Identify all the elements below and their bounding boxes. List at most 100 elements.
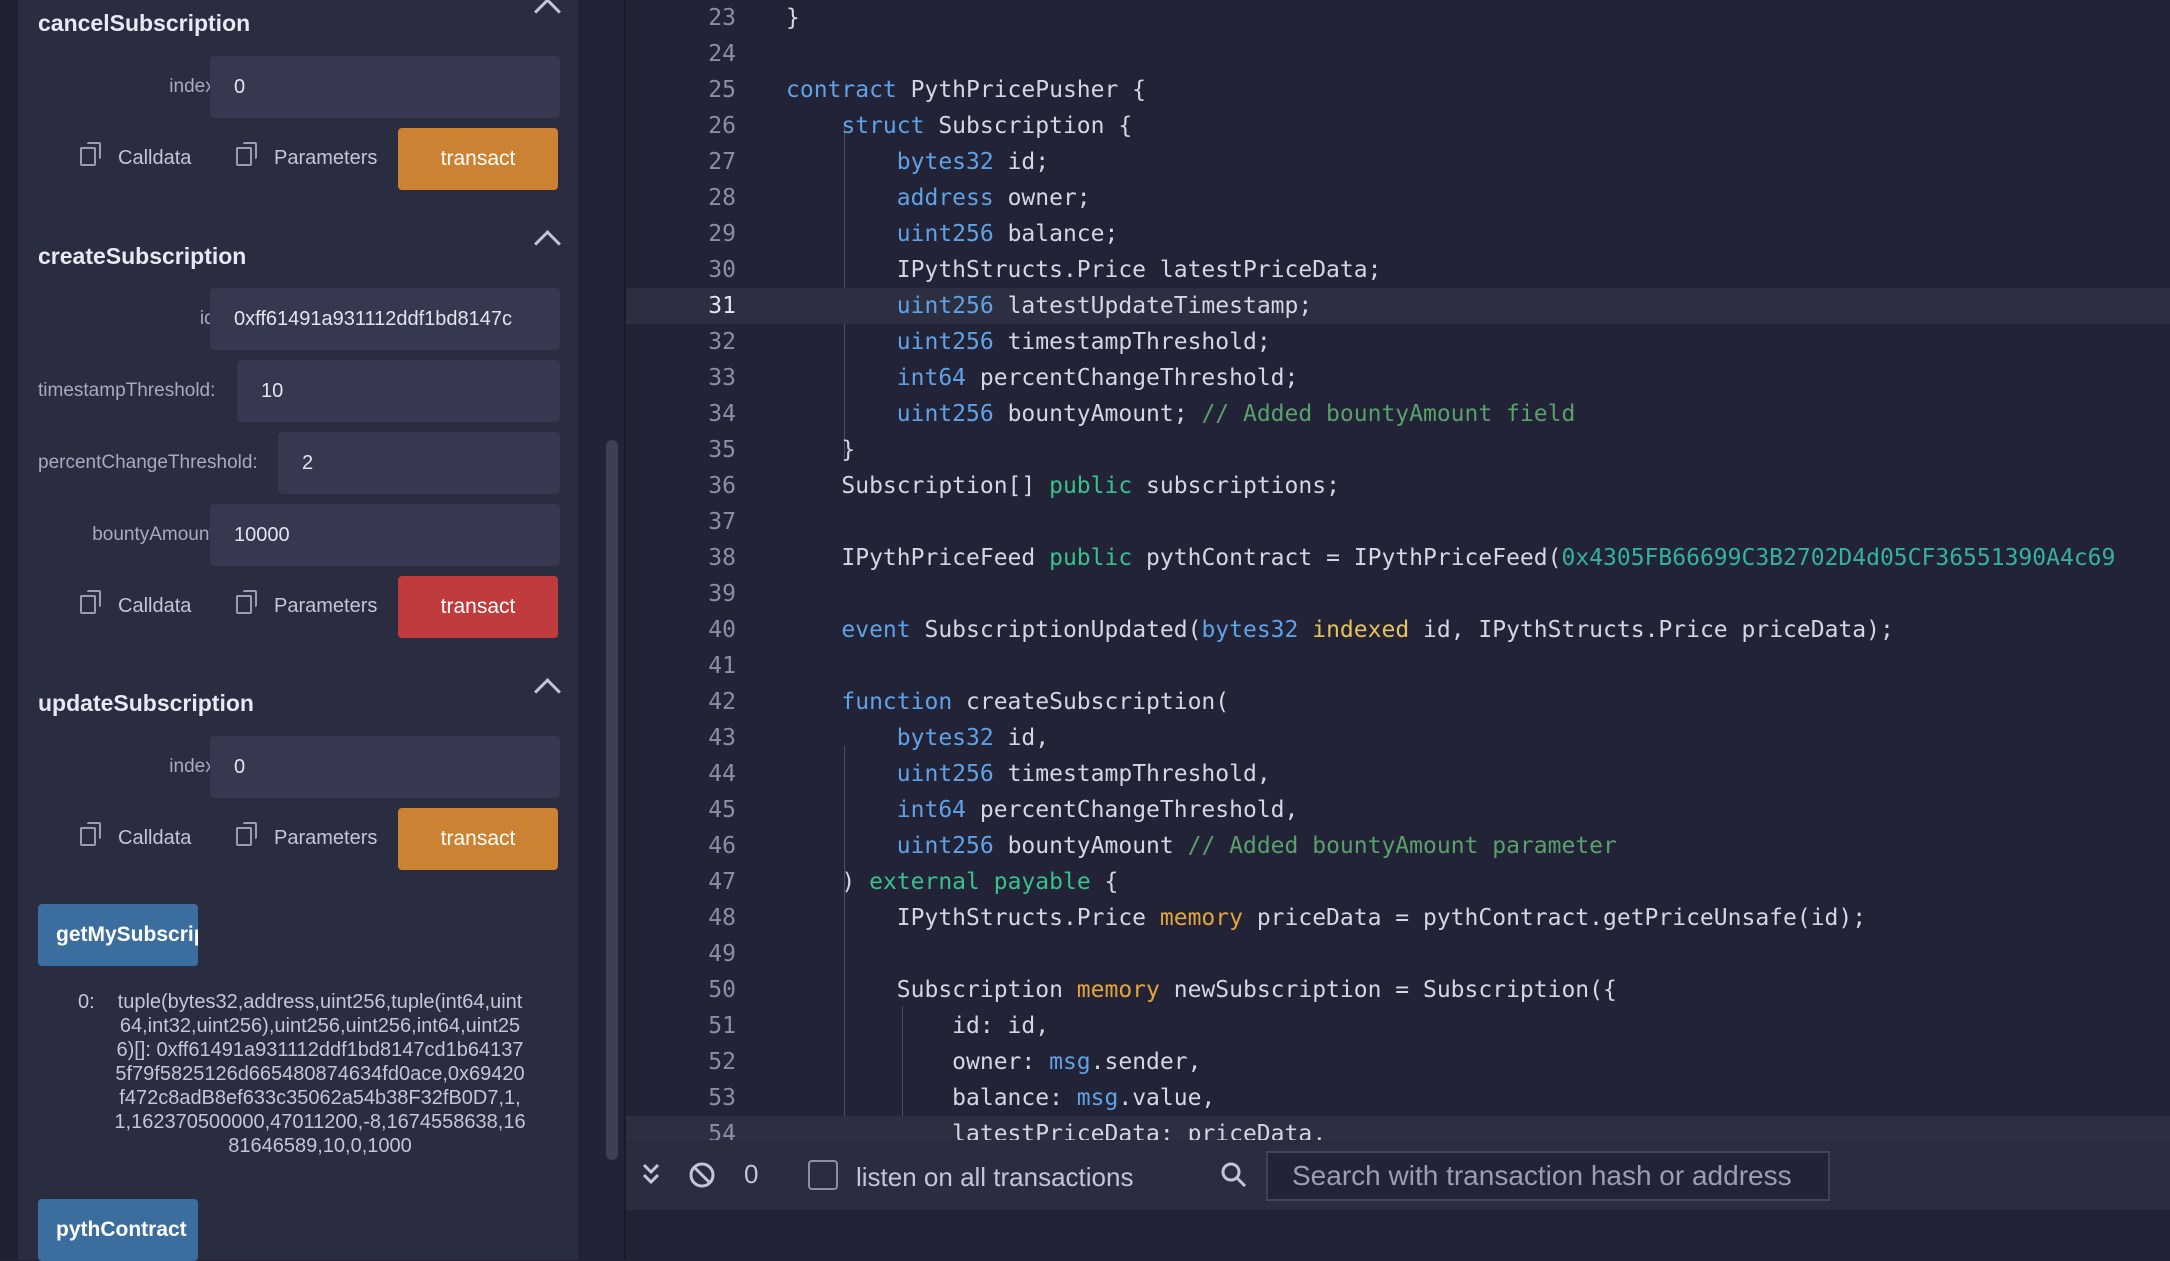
terminal-output [626, 1210, 2170, 1260]
line-number: 51 [708, 1013, 736, 1039]
create-parameters-copy[interactable]: Parameters [236, 590, 378, 618]
parameters-label: Parameters [274, 595, 378, 617]
calldata-label: Calldata [118, 827, 192, 849]
line-number: 50 [708, 977, 736, 1003]
calldata-label: Calldata [118, 595, 192, 617]
code-line[interactable]: 47 ) external payable { [626, 864, 2170, 900]
code-line[interactable]: 43 bytes32 id, [626, 720, 2170, 756]
get-my-subscriptions-button[interactable]: getMySubscriptions [38, 904, 198, 966]
code-line[interactable]: 41 [626, 648, 2170, 684]
code-line[interactable]: 52 owner: msg.sender, [626, 1044, 2170, 1080]
code-line[interactable]: 37 [626, 504, 2170, 540]
copy-icon [236, 590, 257, 614]
result-value: tuple(bytes32,address,uint256,tuple(int6… [114, 991, 526, 1157]
listen-all-checkbox[interactable] [808, 1160, 838, 1190]
line-number: 40 [708, 617, 736, 643]
code-line[interactable]: 23} [626, 0, 2170, 36]
code-line[interactable]: 39 [626, 576, 2170, 612]
search-icon [1221, 1162, 1247, 1188]
update-index-input[interactable]: 0 [210, 736, 560, 798]
code-text: } [786, 5, 800, 31]
collapse-chevron-icon[interactable] [534, 230, 561, 257]
code-text: event SubscriptionUpdated(bytes32 indexe… [841, 617, 1894, 643]
code-text: IPythStructs.Price memory priceData = py… [786, 905, 1867, 931]
update-parameters-copy[interactable]: Parameters [236, 822, 377, 850]
line-number: 45 [708, 797, 736, 823]
line-number: 34 [708, 401, 736, 427]
left-edge-strip [0, 0, 18, 1260]
code-text: IPythStructs.Price latestPriceData; [786, 257, 1382, 283]
code-text: balance: msg.value, [786, 1085, 1216, 1111]
create-calldata-copy[interactable]: Calldata [80, 590, 192, 618]
cancel-calldata-copy[interactable]: Calldata [80, 142, 192, 170]
code-line[interactable]: 25 contract PythPricePusher { [626, 72, 2170, 108]
code-line[interactable]: 51 id: id, [626, 1008, 2170, 1044]
code-line[interactable]: 33 int64 percentChangeThreshold; [626, 360, 2170, 396]
parameters-label: Parameters [274, 147, 378, 169]
line-number: 27 [708, 149, 736, 175]
cancel-index-label: index: [169, 76, 220, 97]
code-line[interactable]: 42 function createSubscription( [626, 684, 2170, 720]
collapse-chevron-icon[interactable] [534, 678, 561, 705]
line-number: 47 [708, 869, 736, 895]
line-number: 24 [708, 41, 736, 67]
copy-icon [236, 822, 257, 846]
double-chevron-down-icon[interactable] [640, 1162, 662, 1186]
code-line[interactable]: 46 uint256 bountyAmount // Added bountyA… [626, 828, 2170, 864]
code-line[interactable]: 32 uint256 timestampThreshold; [626, 324, 2170, 360]
terminal-search-input[interactable]: Search with transaction hash or address [1266, 1151, 1830, 1201]
code-line[interactable]: 28 address owner; [626, 180, 2170, 216]
cancel-subscription-title: cancelSubscription [38, 10, 251, 36]
copy-icon [80, 822, 101, 846]
create-subscription-title: createSubscription [38, 243, 247, 269]
collapse-chevron-icon[interactable] [534, 0, 561, 25]
cancel-transact-button[interactable]: transact [398, 128, 558, 190]
cancel-index-input[interactable]: 0 [210, 56, 560, 118]
code-line[interactable]: 34 uint256 bountyAmount; // Added bounty… [626, 396, 2170, 432]
code-line[interactable]: 48 IPythStructs.Price memory priceData =… [626, 900, 2170, 936]
panel-scrollbar[interactable] [606, 440, 618, 1160]
listen-all-label: listen on all transactions [856, 1162, 1134, 1192]
create-transact-button[interactable]: transact [398, 576, 558, 638]
code-line[interactable]: 24 [626, 36, 2170, 72]
timestamp-threshold-input[interactable]: 10 [237, 360, 560, 422]
code-line[interactable]: 27 bytes32 id; [626, 144, 2170, 180]
code-editor[interactable]: 23} 24 25 contract PythPricePusher {26 stru… [626, 0, 2170, 1140]
copy-icon [236, 142, 257, 166]
clear-icon[interactable] [688, 1161, 716, 1189]
pending-tx-count: 0 [744, 1159, 759, 1189]
code-line[interactable]: 30 IPythStructs.Price latestPriceData; [626, 252, 2170, 288]
code-line[interactable]: 40 event SubscriptionUpdated(bytes32 ind… [626, 612, 2170, 648]
update-index-label: index: [169, 756, 220, 777]
code-line[interactable]: 45 int64 percentChangeThreshold, [626, 792, 2170, 828]
code-line[interactable]: 26 struct Subscription { [626, 108, 2170, 144]
code-line[interactable]: 35 } [626, 432, 2170, 468]
line-number: 44 [708, 761, 736, 787]
code-text: Subscription memory newSubscription = Su… [786, 977, 1617, 1003]
code-line[interactable]: 44 uint256 timestampThreshold, [626, 756, 2170, 792]
code-line[interactable]: 38 IPythPriceFeed public pythContract = … [626, 540, 2170, 576]
pyth-contract-button[interactable]: pythContract [38, 1199, 198, 1261]
percent-change-threshold-input[interactable]: 2 [278, 432, 560, 494]
line-number: 30 [708, 257, 736, 283]
code-text: id: id, [786, 1013, 1050, 1039]
calldata-label: Calldata [118, 147, 192, 169]
code-text: uint256 timestampThreshold, [896, 761, 1271, 787]
code-text: int64 percentChangeThreshold, [896, 797, 1299, 823]
bounty-amount-input[interactable]: 10000 [210, 504, 560, 566]
code-text: uint256 latestUpdateTimestamp; [896, 293, 1313, 319]
update-calldata-copy[interactable]: Calldata [80, 822, 192, 850]
line-number: 38 [708, 545, 736, 571]
code-line[interactable]: 54 latestPriceData: priceData, [626, 1116, 2170, 1140]
code-line[interactable]: 53 balance: msg.value, [626, 1080, 2170, 1116]
code-line[interactable]: 29 uint256 balance; [626, 216, 2170, 252]
code-line[interactable]: 50 Subscription memory newSubscription =… [626, 972, 2170, 1008]
code-line[interactable]: 49 [626, 936, 2170, 972]
line-number: 23 [708, 5, 736, 31]
cancel-parameters-copy[interactable]: Parameters [236, 142, 378, 170]
line-number: 53 [708, 1085, 736, 1111]
update-transact-button[interactable]: transact [398, 808, 558, 870]
code-line[interactable]: 31 uint256 latestUpdateTimestamp; [626, 288, 2170, 324]
code-line[interactable]: 36 Subscription[] public subscriptions; [626, 468, 2170, 504]
create-id-input[interactable]: 0xff61491a931112ddf1bd8147c [210, 288, 560, 350]
